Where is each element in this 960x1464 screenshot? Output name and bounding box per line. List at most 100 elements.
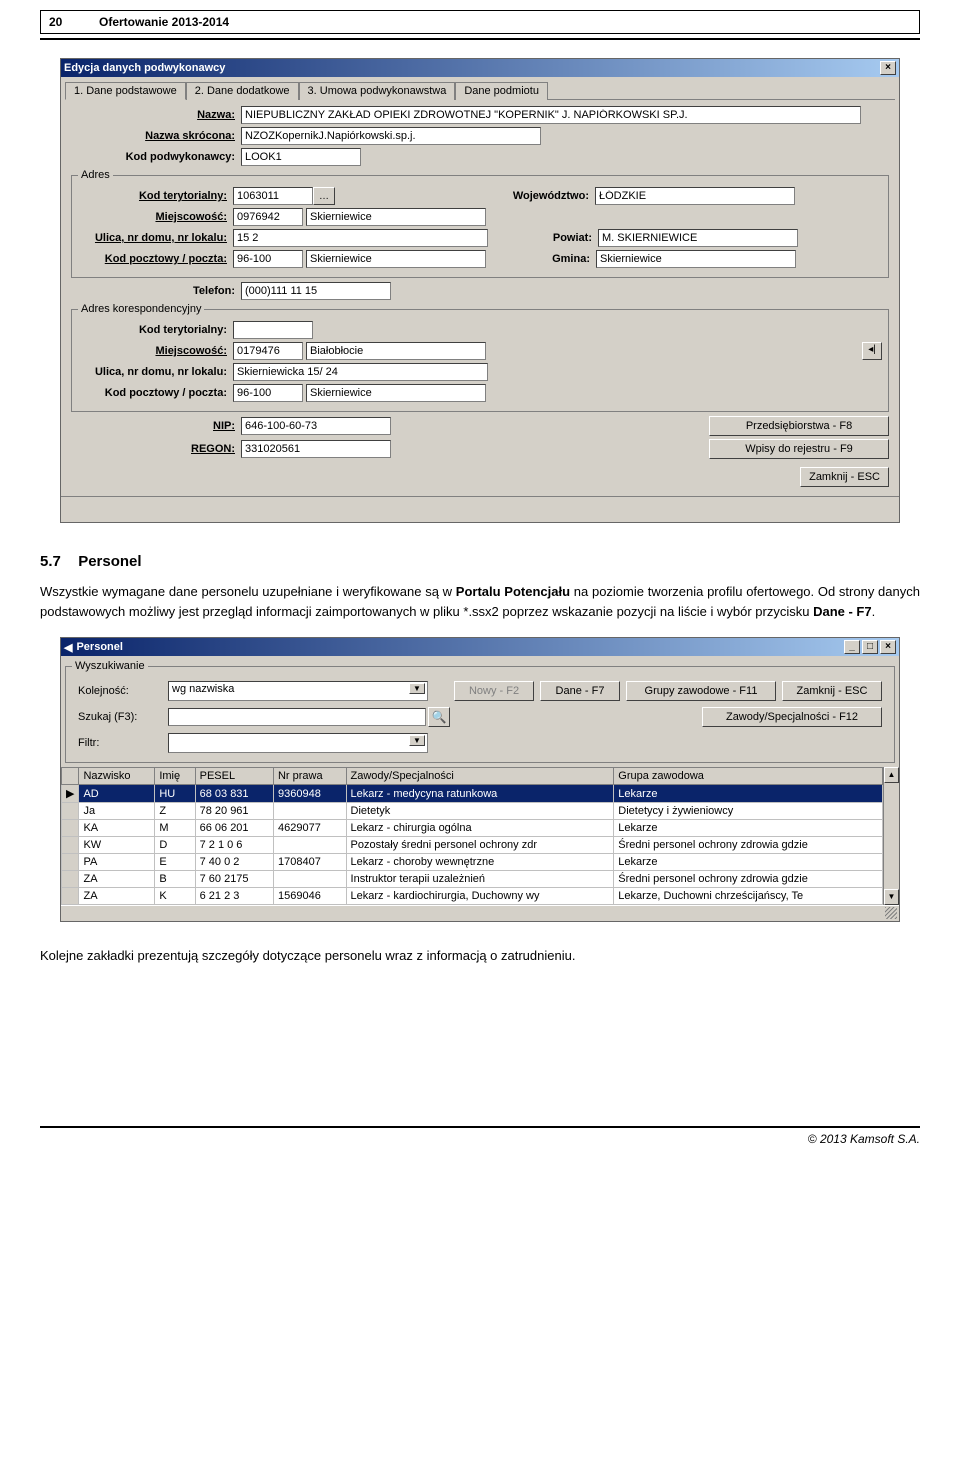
page-header: 20 Ofertowanie 2013-2014 [40,10,920,34]
window-title-2: Personel [76,641,842,653]
legend-search: Wyszukiwanie [72,660,148,672]
input-kor-poczta[interactable] [306,384,486,402]
label-nazwa-skr: Nazwa skrócona: [71,130,241,142]
label-kod-pod: Kod podwykonawcy: [71,151,241,163]
table-row[interactable]: ZAK6 21 2 31569046Lekarz - kardiochirurg… [62,888,883,905]
paragraph-2: Kolejne zakładki prezentują szczegóły do… [40,946,920,966]
window-title: Edycja danych podwykonawcy [64,62,878,74]
input-kor-kod-ter[interactable] [233,321,313,339]
button-grupy[interactable]: Grupy zawodowe - F11 [626,681,776,701]
select-filtr[interactable] [168,733,428,753]
input-kor-miejsc-code[interactable] [233,342,303,360]
input-woj[interactable] [595,187,795,205]
label-nazwa: Nazwa: [71,109,241,121]
input-nip[interactable] [241,417,391,435]
page-footer: © 2013 Kamsoft S.A. [40,1126,920,1146]
table-row[interactable]: JaZ78 20 961DietetykDietetycy i żywienio… [62,803,883,820]
data-grid: Nazwisko Imię PESEL Nr prawa Zawody/Spec… [61,767,899,905]
select-kolejnosc[interactable]: wg nazwiska [168,681,428,701]
button-dane[interactable]: Dane - F7 [540,681,620,701]
table-row[interactable]: KAM66 06 2014629077Lekarz - chirurgia og… [62,820,883,837]
col-nazwisko[interactable]: Nazwisko [79,768,155,785]
input-miejsc-code[interactable] [233,208,303,226]
label-kor-kod-poczta: Kod pocztowy / poczta: [78,387,233,399]
section-heading: 5.7 Personel [40,553,920,570]
col-zawody[interactable]: Zawody/Specjalności [346,768,614,785]
table-row[interactable]: ZAB7 60 2175Instruktor terapii uzależnie… [62,871,883,888]
label-gmina: Gmina: [486,253,596,265]
binoculars-icon[interactable]: 🔍 [428,707,450,727]
col-pesel[interactable]: PESEL [195,768,273,785]
input-gmina[interactable] [596,250,796,268]
input-kod[interactable] [233,250,303,268]
fieldset-search: Wyszukiwanie Kolejność: wg nazwiska Nowy… [65,660,895,763]
input-kod-pod[interactable] [241,148,361,166]
page-number: 20 [49,15,99,29]
window-edit-subcontractor: Edycja danych podwykonawcy × 1. Dane pod… [60,58,900,523]
personnel-table[interactable]: Nazwisko Imię PESEL Nr prawa Zawody/Spec… [61,767,883,905]
tab-contract[interactable]: 3. Umowa podwykonawstwa [299,82,456,100]
table-header-row: Nazwisko Imię PESEL Nr prawa Zawody/Spec… [62,768,883,785]
input-powiat[interactable] [598,229,798,247]
paragraph-1: Wszystkie wymagane dane personelu uzupeł… [40,582,920,621]
tab-entity[interactable]: Dane podmiotu [455,82,548,100]
label-woj: Województwo: [335,190,595,202]
legend-adres: Adres [78,169,113,181]
fieldset-adres: Adres Kod terytorialny: … Województwo: M… [71,169,889,278]
app-icon: ◀ [64,641,72,654]
label-nip: NIP: [71,420,241,432]
section-title: Personel [78,553,141,570]
input-szukaj[interactable] [168,708,426,726]
input-kod-ter[interactable] [233,187,313,205]
lookup-button[interactable]: … [313,187,335,205]
label-szukaj: Szukaj (F3): [78,711,168,723]
button-close-esc[interactable]: Zamknij - ESC [800,467,889,487]
scroll-down-icon[interactable]: ▼ [884,889,899,905]
input-ulica[interactable] [233,229,488,247]
button-nowy[interactable]: Nowy - F2 [454,681,534,701]
input-nazwa[interactable] [241,106,861,124]
input-kor-ulica[interactable] [233,363,488,381]
label-kor-ulica: Ulica, nr domu, nr lokalu: [78,366,233,378]
label-kor-miejsc: Miejscowość: [78,345,233,357]
button-f8[interactable]: Przedsiębiorstwa - F8 [709,416,889,436]
legend-adres-kor: Adres korespondencyjny [78,303,204,315]
tabs: 1. Dane podstawowe 2. Dane dodatkowe 3. … [65,81,895,100]
resize-grip[interactable] [61,905,899,921]
input-miejsc-name[interactable] [306,208,486,226]
input-telefon[interactable] [241,282,391,300]
minimize-icon[interactable]: _ [844,640,860,654]
maximize-icon[interactable]: □ [862,640,878,654]
scroll-up-icon[interactable]: ▲ [884,767,899,783]
input-regon[interactable] [241,440,391,458]
copy-address-button[interactable]: ◂| [862,342,882,360]
vertical-scrollbar[interactable]: ▲ ▼ [883,767,899,905]
page-title: Ofertowanie 2013-2014 [99,15,229,29]
input-poczta[interactable] [306,250,486,268]
label-kolejnosc: Kolejność: [78,685,168,697]
label-miejsc: Miejscowość: [78,211,233,223]
label-powiat: Powiat: [488,232,598,244]
table-row[interactable]: PAE7 40 0 21708407Lekarz - choroby wewnę… [62,854,883,871]
table-row[interactable]: KWD7 2 1 0 6Pozostały średni personel oc… [62,837,883,854]
section-number: 5.7 [40,553,61,570]
tab-additional[interactable]: 2. Dane dodatkowe [186,82,299,100]
input-kor-miejsc-name[interactable] [306,342,486,360]
label-ulica: Ulica, nr domu, nr lokalu: [78,232,233,244]
window-personnel: ◀ Personel _ □ × Wyszukiwanie Kolejność:… [60,637,900,922]
button-f9[interactable]: Wpisy do rejestru - F9 [709,439,889,459]
tab-basic[interactable]: 1. Dane podstawowe [65,82,186,100]
button-zamknij[interactable]: Zamknij - ESC [782,681,882,701]
col-grupa[interactable]: Grupa zawodowa [614,768,883,785]
label-kor-kod-ter: Kod terytorialny: [78,324,233,336]
col-imie[interactable]: Imię [155,768,195,785]
titlebar-2: ◀ Personel _ □ × [61,638,899,656]
input-kor-kod[interactable] [233,384,303,402]
input-nazwa-skr[interactable] [241,127,541,145]
table-row[interactable]: ▶ADHU68 03 8319360948Lekarz - medycyna r… [62,785,883,803]
close-icon-2[interactable]: × [880,640,896,654]
col-nrprawa[interactable]: Nr prawa [273,768,346,785]
close-icon[interactable]: × [880,61,896,75]
button-zawody[interactable]: Zawody/Specjalności - F12 [702,707,882,727]
label-telefon: Telefon: [71,285,241,297]
